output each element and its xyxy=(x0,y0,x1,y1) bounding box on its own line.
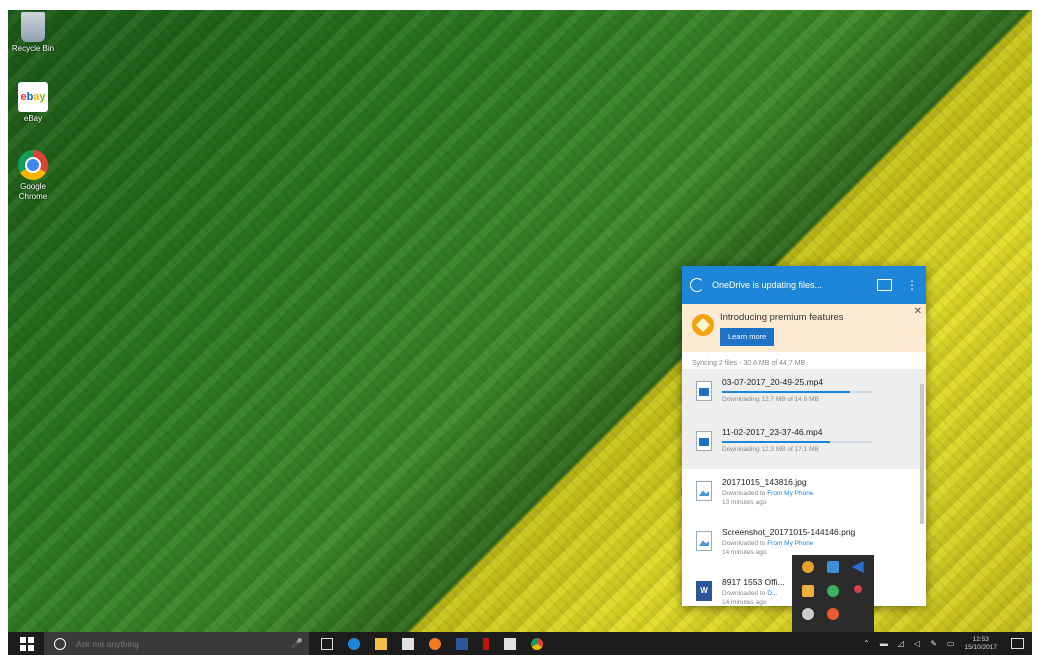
file-status: Downloaded to From My Phone xyxy=(722,540,926,547)
file-status: Downloaded to From My Phone xyxy=(722,490,926,497)
sync-icon xyxy=(690,278,704,292)
tray-app-icon[interactable] xyxy=(802,608,815,621)
desktop-icon-label: Recycle Bin xyxy=(11,44,55,53)
microphone-icon[interactable]: 🎤 xyxy=(292,638,303,649)
desktop-icon-chrome[interactable]: Google Chrome xyxy=(8,150,58,202)
onedrive-header: OneDrive is updating files... ⋮ xyxy=(682,266,926,304)
file-status: Downloading 12.7 MB of 14.9 MB xyxy=(722,396,819,403)
learn-more-button[interactable]: Learn more xyxy=(720,328,775,346)
mail-icon[interactable] xyxy=(504,637,516,650)
pen-icon[interactable]: ✎ xyxy=(930,639,937,648)
edge-icon[interactable] xyxy=(348,637,360,650)
video-file-icon xyxy=(696,381,712,401)
file-status-text: Downloaded to xyxy=(722,540,766,547)
battery-icon[interactable]: ▬ xyxy=(880,639,888,648)
progress-bar xyxy=(722,391,872,393)
tray-app-icon[interactable] xyxy=(802,584,815,597)
file-name: 03-07-2017_20-49-25.mp4 xyxy=(722,377,824,387)
taskbar-apps xyxy=(321,637,558,650)
file-status-text: Downloaded to xyxy=(722,490,766,497)
progress-fill xyxy=(722,441,830,443)
keyboard-icon[interactable]: ▭ xyxy=(947,639,955,648)
tray-app-icon[interactable] xyxy=(826,584,839,597)
desktop-icon-label: eBay xyxy=(23,114,43,123)
file-name: 20171015_143816.jpg xyxy=(722,477,807,487)
file-location-link[interactable]: D... xyxy=(767,590,777,597)
recycle-bin-icon xyxy=(21,12,45,42)
taskbar: 🎤 ⌃ ▬ ◿ ◁ ✎ ▭ 12:53 15/10/2017 xyxy=(8,632,1032,655)
progress-fill xyxy=(722,391,850,393)
open-folder-icon[interactable] xyxy=(877,279,892,291)
clock-date: 15/10/2017 xyxy=(964,643,997,651)
app-icon[interactable] xyxy=(483,637,489,650)
video-file-icon xyxy=(696,431,712,451)
file-name: Screenshot_20171015-144146.png xyxy=(722,527,856,537)
chrome-icon[interactable] xyxy=(531,637,543,650)
word-file-icon: W xyxy=(696,581,712,601)
search-input[interactable] xyxy=(74,637,278,650)
tray-app-icon[interactable] xyxy=(802,561,815,573)
file-time: 13 minutes ago xyxy=(722,499,767,506)
firefox-icon[interactable] xyxy=(429,637,441,650)
store-icon[interactable] xyxy=(402,637,414,650)
tray-app-icon[interactable] xyxy=(826,608,839,621)
file-location-link[interactable]: From My Phone xyxy=(767,490,813,497)
tray-overflow-panel xyxy=(792,555,874,632)
file-status-text: Downloaded to xyxy=(722,590,766,597)
tray-app-icon[interactable] xyxy=(853,584,862,593)
more-options-icon[interactable]: ⋮ xyxy=(906,279,918,291)
progress-bar xyxy=(722,441,872,443)
scrollbar[interactable] xyxy=(920,384,924,524)
diamond-icon xyxy=(692,314,714,336)
cortana-icon xyxy=(54,637,66,650)
clock-time: 12:53 xyxy=(972,635,989,643)
close-icon[interactable]: ✕ xyxy=(914,306,922,317)
premium-promo-banner: Introducing premium features Learn more … xyxy=(682,304,926,352)
tray-app-icon[interactable] xyxy=(826,561,839,573)
search-box[interactable]: 🎤 xyxy=(44,632,309,655)
list-item[interactable]: 03-07-2017_20-49-25.mp4 Downloading 12.7… xyxy=(682,369,926,419)
promo-title: Introducing premium features xyxy=(720,312,844,323)
list-item[interactable]: 20171015_143816.jpg Downloaded to From M… xyxy=(682,469,926,519)
file-explorer-icon[interactable] xyxy=(375,637,387,650)
volume-icon[interactable]: ◁ xyxy=(914,639,920,648)
clock[interactable]: 12:53 15/10/2017 xyxy=(964,636,997,652)
start-button[interactable] xyxy=(20,636,34,651)
bluetooth-icon[interactable] xyxy=(851,561,864,573)
image-file-icon xyxy=(696,531,712,551)
image-file-icon xyxy=(696,481,712,501)
chrome-icon xyxy=(18,150,48,180)
file-location-link[interactable]: From My Phone xyxy=(767,540,813,547)
ebay-icon: ebay xyxy=(18,82,48,112)
system-tray: ⌃ ▬ ◿ ◁ ✎ ▭ 12:53 15/10/2017 xyxy=(863,636,1032,652)
task-view-icon[interactable] xyxy=(321,637,333,650)
sync-progress-text: Syncing 2 files - 30.6 MB of 44.7 MB xyxy=(692,360,806,367)
action-center-icon[interactable] xyxy=(1011,638,1024,649)
file-name: 11-02-2017_23-37-46.mp4 xyxy=(722,427,823,437)
desktop-icon-ebay[interactable]: ebay eBay xyxy=(8,82,58,124)
onedrive-status-title: OneDrive is updating files... xyxy=(712,280,823,290)
desktop-icon-label: Google Chrome xyxy=(18,182,48,201)
desktop-icon-recycle-bin[interactable]: Recycle Bin xyxy=(8,12,58,54)
show-hidden-icons-icon[interactable]: ⌃ xyxy=(863,639,870,648)
network-icon[interactable]: ◿ xyxy=(898,639,904,648)
outlook-icon[interactable] xyxy=(456,637,468,650)
list-item[interactable]: 11-02-2017_23-37-46.mp4 Downloading 12.3… xyxy=(682,419,926,469)
file-status: Downloading 12.3 MB of 17.1 MB xyxy=(722,446,819,453)
